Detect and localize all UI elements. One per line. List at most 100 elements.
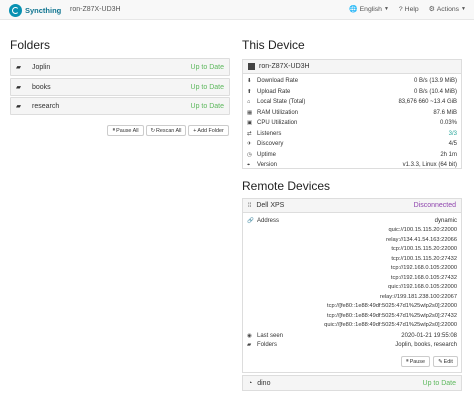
folder-icon: ▰ [16,64,21,71]
address-value: dynamic [434,218,457,224]
stat-value[interactable]: 4/5 [449,141,457,147]
download-icon: ⬇ [247,78,252,84]
rescan-all-button[interactable]: ↻ Rescan All [146,125,186,136]
actions-menu[interactable]: ⚙ Actions ▼ [429,5,466,14]
stat-value: 2h 1m [440,151,457,158]
remote-device-name: dino [257,379,271,387]
address-value: tcp://100.15.115.20:22000 [391,246,457,252]
home-icon: ⌂ [247,99,251,105]
upload-icon: ⬆ [247,88,252,95]
stat-label: Uptime [257,151,277,158]
stat-value: 87.6 MiB [433,109,457,116]
address-label: Address [257,218,280,224]
stat-label: Version [257,162,278,168]
this-device-name: ron-Z87X-UD3H [259,63,310,70]
syncthing-logo-icon [9,3,22,17]
add-folder-label: Add Folder [197,127,224,134]
device-avatar-icon [248,63,255,70]
pause-all-label: Pause All [116,127,139,134]
listeners-icon: ⇄ [247,130,252,137]
this-device-header[interactable]: ron-Z87X-UD3H [242,59,462,74]
plus-icon: + [193,127,197,134]
last-seen-value: 2020-01-21 19:55:08 [401,333,457,339]
folder-name: research [32,102,60,110]
navbar-right: 🌐 English ▼ ? Help ⚙ Actions ▼ [349,5,466,14]
pause-label: Pause [409,358,425,365]
folder-name: Joplin [32,63,51,71]
address-value: tcp://[fe80::1e88:49df:5025:47d1%25wlp2s… [327,303,457,309]
stat-label: Local State (Total) [257,99,306,105]
address-value: quic://[fe80::1e88:49df:5025:47d1%25wlp2… [324,322,457,328]
folders-label: Folders [257,342,278,348]
folders-heading: Folders [10,38,51,52]
address-value: relay://134.41.54.163:22066 [386,236,457,243]
this-device-heading: This Device [242,38,305,52]
navbar-device-name: ron-Z87X-UD3H [70,6,121,13]
stat-row: ▦ RAM Utilization 87.6 MiB [247,108,457,118]
stat-value[interactable]: 3/3 [449,131,457,137]
clock-icon: ◷ [247,151,252,158]
stat-value: 0.03% [439,120,457,126]
stat-value: 83,676 660 ~13.4 GiB [398,99,457,105]
stat-value: v1.3.3, Linux (64 bit) [402,162,457,168]
folder-row-research[interactable]: ▰ research Up to Date [10,97,230,115]
remote-device-status: Disconnected [413,202,456,209]
folder-row-joplin[interactable]: ▰ Joplin Up to Date [10,58,230,76]
remote-device-header-dell[interactable]: ⁞⁞ Dell XPS Disconnected [242,198,462,213]
discovery-icon: ✈ [247,141,252,147]
stat-label: CPU Utilization [257,120,298,126]
folders-row: ▰ Folders Joplin, books, research [247,340,457,350]
folder-icon: ▰ [16,103,21,110]
remote-device-header-dino[interactable]: ◔ dino Up to Date [242,375,462,391]
pause-icon: ⏸ [406,358,409,364]
remote-device-body-dell: 🔗 Address dynamic quic://100.15.115.20:2… [242,213,462,373]
language-menu[interactable]: 🌐 English ▼ [349,5,389,14]
address-row: 🔗 Address dynamic [247,216,457,226]
pause-all-button[interactable]: ⏸ Pause All [107,125,144,136]
address-value: tcp://192.168.0.105:22000 [390,265,457,271]
link-icon: 🔗 [247,218,254,224]
remote-device-status: Up to Date [422,379,456,387]
stat-value: 0 B/s (13.9 MiB) [413,78,457,84]
folder-icon: ▰ [16,84,21,91]
folder-status: Up to Date [190,63,224,71]
folder-row-books[interactable]: ▰ books Up to Date [10,78,230,96]
add-folder-button[interactable]: + Add Folder [188,125,229,136]
stat-row: ⇄ Listeners 3/3 [247,129,457,139]
folder-status: Up to Date [190,102,224,110]
stat-row: ◷ Uptime 2h 1m [247,150,457,160]
navbar: Syncthing ron-Z87X-UD3H 🌐 English ▼ ? He… [0,0,474,20]
remote-devices-heading: Remote Devices [242,179,331,193]
address-value: tcp://192.168.0.105:27432 [390,274,457,281]
folder-icon: ▰ [247,342,252,348]
actions-label: Actions [436,5,460,13]
stat-label: RAM Utilization [257,109,299,116]
stat-label: Download Rate [257,78,299,84]
brand-name: Syncthing [25,5,62,15]
last-seen-label: Last seen [257,333,284,339]
tag-icon: ⌖ [247,161,251,168]
address-value: relay://199.181.238.100:22067 [379,293,457,300]
this-device-body: ⬇ Download Rate 0 B/s (13.9 MiB) ⬆ Uploa… [242,74,462,169]
stat-row: ⬆ Upload Rate 0 B/s (10.4 MiB) [247,87,457,97]
device-avatar-icon: ⁞⁞ [248,202,252,209]
stat-label: Upload Rate [257,88,291,95]
help-icon: ? [398,5,403,13]
globe-icon: 🌐 [349,6,358,13]
folders-value: Joplin, books, research [395,342,457,348]
stat-label: Discovery [257,141,284,147]
pencil-icon: ✎ [438,358,443,365]
help-label: Help [404,5,419,13]
address-value: tcp://[fe80::1e88:49df:5025:47d1%25wlp2s… [327,312,457,319]
brand[interactable]: Syncthing [9,3,61,17]
rescan-all-label: Rescan All [156,127,182,134]
pause-icon: ⏸ [112,127,116,133]
address-value: quic://100.15.115.20:22000 [388,227,457,233]
help-link[interactable]: ? Help [399,5,419,13]
folder-name: books [32,83,51,91]
pause-device-button[interactable]: ⏸ Pause [401,356,430,367]
address-value: quic://192.168.0.105:22000 [388,284,457,290]
edit-device-button[interactable]: ✎ Edit [433,356,458,367]
language-label: English [359,5,382,13]
chevron-down-icon: ▼ [383,6,389,12]
